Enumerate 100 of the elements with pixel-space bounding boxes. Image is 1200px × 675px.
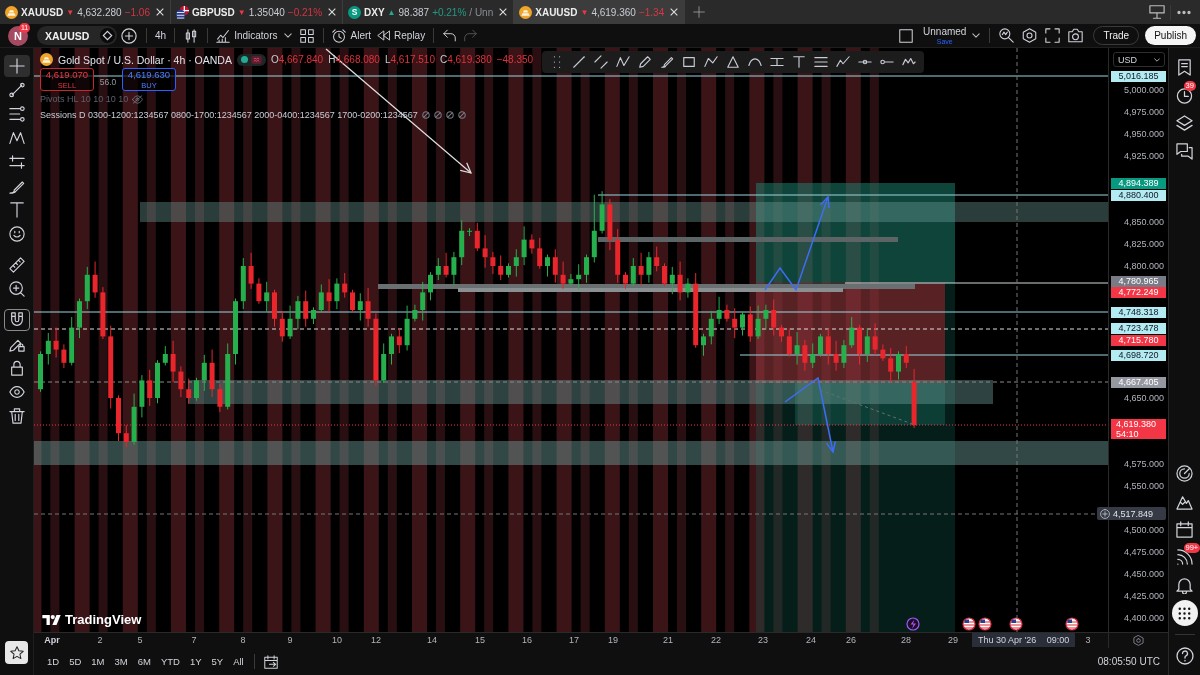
time-axis-label: 15 [475, 635, 485, 645]
position-target-area[interactable] [756, 183, 955, 283]
close-icon[interactable] [328, 8, 337, 16]
curve-icon[interactable] [748, 55, 763, 69]
help-icon [1175, 647, 1194, 665]
measure-icon[interactable] [770, 55, 785, 69]
zoom-in-icon [8, 281, 25, 297]
time-axis-label: 29 [948, 635, 958, 645]
symbol-search-field[interactable]: XAUUSD [37, 26, 117, 45]
rectangle-icon[interactable] [682, 55, 697, 69]
trash-icon [8, 408, 25, 424]
time-axis-label: 16 [522, 635, 532, 645]
flag-event-icon[interactable] [962, 617, 976, 631]
parallel-channel-icon[interactable] [594, 55, 609, 69]
spread-value: 56.0 [99, 76, 117, 87]
plus-icon[interactable] [693, 6, 706, 18]
time-axis-label: 8 [240, 635, 246, 645]
logo-text: TradingView [65, 612, 142, 627]
crosshair-time-label: Thu 30 Apr '26 09:00 [972, 633, 1076, 647]
horizontal-line[interactable] [34, 75, 1108, 77]
calendar-icon[interactable] [263, 654, 278, 669]
range-button[interactable]: 5D [64, 652, 87, 671]
price-tag: 4,772.249 [1111, 286, 1166, 298]
currency-select[interactable]: USD [1113, 52, 1165, 67]
ohlc-value: L4,617.510 [384, 54, 435, 65]
star-icon [9, 645, 24, 660]
text-tool-icon[interactable] [792, 55, 807, 69]
replay-button[interactable]: Replay [374, 25, 429, 46]
interval-button[interactable]: 4h [152, 25, 170, 46]
flag-event-icon[interactable] [978, 617, 992, 631]
favorites-button[interactable] [5, 641, 28, 664]
undo-icon[interactable] [443, 29, 457, 42]
time-axis-label: 12 [371, 635, 381, 645]
range-button[interactable]: 6M [132, 652, 156, 671]
flag-event-icon[interactable] [1009, 617, 1023, 631]
utc-clock[interactable]: 08:05:50 UTC [1097, 656, 1160, 667]
range-button[interactable]: All [228, 652, 249, 671]
brush-icon [8, 178, 25, 194]
chart-tab[interactable]: XAUUSD ▼ 4,619.360 −1.34 [514, 0, 686, 24]
price-tick-label: 4,650.000 [1123, 392, 1164, 404]
dashed-line[interactable] [34, 381, 1108, 383]
range-button[interactable]: 1D [42, 652, 65, 671]
monitor-icon[interactable] [1149, 4, 1165, 20]
price-tick-label: 4,850.000 [1123, 216, 1164, 228]
range-button[interactable]: 3M [109, 652, 133, 671]
time-axis-label: 24 [806, 635, 816, 645]
publish-button[interactable]: Publish [1145, 26, 1196, 45]
list-lines-icon[interactable] [814, 55, 829, 69]
caret-icon[interactable] [972, 33, 981, 38]
magnifier-icon[interactable] [999, 28, 1015, 43]
caret-icon[interactable] [284, 33, 293, 38]
time-axis-label: 10 [332, 635, 342, 645]
pencil-icon[interactable] [638, 55, 653, 69]
drawing-tool-button[interactable] [3, 55, 30, 77]
price-tick-label: 4,425.000 [1123, 590, 1164, 602]
price-tag: 4,698.720 [1111, 349, 1166, 361]
fullscreen-icon[interactable] [1045, 28, 1061, 43]
range-button[interactable]: 1M [86, 652, 110, 671]
ohlc-value: C4,619.380 [440, 54, 492, 65]
polyline-icon[interactable] [704, 55, 719, 69]
price-tick-label: 4,400.000 [1123, 612, 1164, 624]
indicators-button[interactable]: Indicators [213, 25, 281, 46]
flag-event-icon[interactable] [1065, 617, 1079, 631]
square-icon[interactable] [899, 28, 914, 43]
range-button[interactable]: 1Y [184, 652, 207, 671]
settings-icon[interactable] [1022, 28, 1038, 43]
price-tick-label: 4,550.000 [1123, 480, 1164, 492]
time-axis-label: 3 [1085, 635, 1091, 645]
triangle-icon[interactable] [726, 55, 741, 69]
close-icon[interactable] [670, 8, 679, 16]
price-tick-label: 5,000.000 [1123, 84, 1164, 96]
zigzag-arrow[interactable] [764, 195, 830, 292]
eye-off-icon[interactable] [132, 93, 144, 105]
price-tick-label: 4,975.000 [1123, 106, 1164, 118]
time-axis-label: 22 [711, 635, 721, 645]
close-icon[interactable] [499, 8, 508, 16]
range-button[interactable]: YTD [155, 652, 185, 671]
radar-icon [1176, 464, 1193, 482]
price-tag: 4,780.965 [1111, 275, 1166, 287]
layout-name[interactable]: Unnamed [923, 26, 967, 37]
sidebar-button[interactable] [1171, 600, 1198, 626]
camera-icon[interactable] [1068, 28, 1084, 43]
time-axis-label: 5 [137, 635, 143, 645]
alert-button[interactable]: Alert [329, 25, 375, 46]
market-status-badge[interactable] [236, 53, 266, 66]
grid-icon[interactable] [300, 28, 315, 43]
more-icon[interactable] [1176, 9, 1192, 15]
pattern-icon[interactable] [616, 55, 631, 69]
range-button[interactable]: 5Y [206, 652, 229, 671]
diamond-icon[interactable] [100, 28, 115, 43]
close-icon[interactable] [155, 8, 164, 16]
symbol-title[interactable]: Gold Spot / U.S. Dollar · 4h · OANDA [58, 53, 232, 66]
price-tick-label: 4,825.000 [1123, 238, 1164, 250]
brush-icon[interactable] [660, 55, 675, 69]
candlestick-icon[interactable] [184, 28, 199, 43]
magnet-button[interactable] [3, 309, 30, 331]
trend-line-icon[interactable] [572, 55, 587, 69]
zigzag-arrow[interactable] [784, 376, 837, 454]
path-icon[interactable] [836, 55, 851, 69]
lightning-event-icon[interactable] [906, 617, 920, 631]
